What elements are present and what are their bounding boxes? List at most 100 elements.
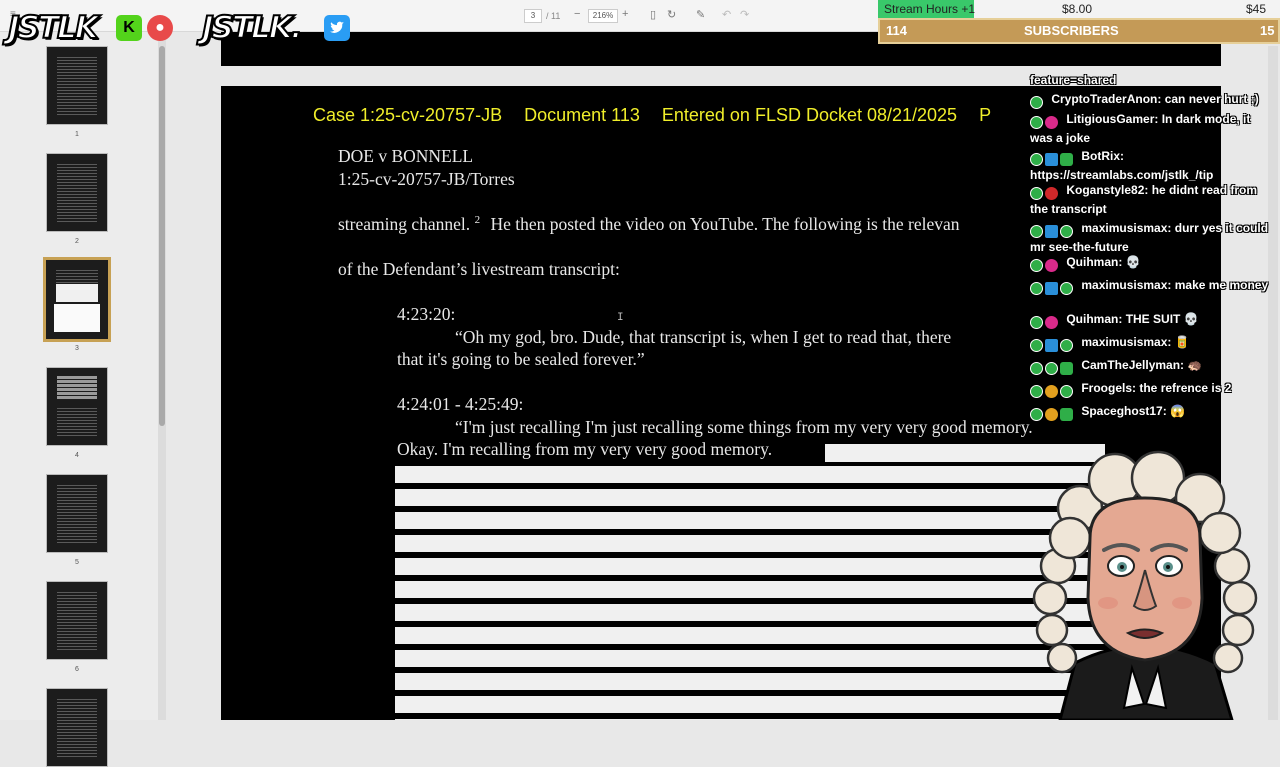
chat-text: 🥫 (1174, 335, 1190, 349)
thumbnail-label: 4 (75, 452, 79, 459)
redaction-bar (395, 466, 1105, 483)
quote-line: that it's going to be sealed forever.” (397, 349, 645, 369)
sub-badge-icon (1060, 282, 1073, 296)
redaction-bar (395, 489, 1105, 506)
chat-username: Froogels: (1081, 381, 1137, 395)
chat-message: Spaceghost17: 😱 (1030, 403, 1274, 422)
channel-logos: JSTLK K ● JSTLK. (0, 6, 360, 47)
redaction-bar (395, 627, 1105, 644)
subscribers-label: SUBSCRIBERS (1024, 23, 1119, 38)
thumbnail-redaction (54, 304, 100, 332)
page-thumbnail-2[interactable] (46, 153, 108, 232)
tip-total: $45 (1246, 2, 1267, 16)
thumbnail-redaction (57, 376, 97, 400)
quote-line: “Oh my god, bro. Dude, that transcript i… (455, 327, 952, 347)
chat-message: CamTheJellyman: 🦔 (1030, 357, 1274, 376)
thumbnail-text-lines (57, 406, 97, 436)
page-thumbnail-7[interactable] (46, 688, 108, 767)
thumbnail-text-lines (57, 697, 97, 757)
sub-badge-icon (1045, 259, 1058, 273)
page-number-input[interactable]: 3 (524, 9, 542, 23)
redo-icon[interactable]: ↷ (740, 8, 749, 21)
mod-badge-icon (1030, 339, 1043, 353)
fit-page-icon[interactable]: ▯ (650, 8, 656, 21)
redaction-bar (395, 696, 1105, 713)
chat-message: maximusismax: durr yes it could mr see-t… (1030, 220, 1274, 255)
mod-badge-icon (1030, 316, 1043, 330)
page-thumbnail-5[interactable] (46, 474, 108, 553)
sub-badge-icon (1045, 187, 1058, 201)
chat-text: the refrence is 2 (1139, 381, 1232, 395)
chat-username: maximusismax: (1081, 278, 1172, 292)
chat-text: https://streamlabs.com/jstlk_/tip (1030, 168, 1214, 182)
zoom-out-button[interactable]: − (574, 8, 580, 20)
zoom-in-button[interactable]: + (622, 8, 628, 20)
chat-text: 😱 (1170, 404, 1185, 418)
chat-message: Quihman: THE SUIT 💀 (1030, 311, 1274, 330)
twitter-logo-text: JSTLK. (201, 9, 304, 47)
subscriber-goal-panel: Stream Hours +1 $8.00 $45 114 SUBSCRIBER… (878, 0, 1280, 44)
bits-badge-icon (1045, 385, 1058, 399)
chat-text: THE SUIT 💀 (1125, 312, 1199, 326)
mod-badge-icon (1030, 96, 1043, 110)
chat-username: Quihman: (1066, 255, 1123, 269)
chat-username: CamTheJellyman: (1081, 358, 1185, 372)
page-thumbnail-4[interactable] (46, 367, 108, 446)
sidebar-scroll-thumb[interactable] (159, 46, 165, 426)
paragraph-text: He then posted the video on YouTube. The… (490, 214, 960, 234)
rotate-icon[interactable]: ↻ (667, 8, 676, 21)
page-thumbnail-1[interactable] (46, 46, 108, 125)
redaction-bar (395, 673, 1105, 690)
sub-badge-icon (1060, 225, 1073, 239)
verified-badge-icon (1060, 408, 1073, 422)
undo-icon[interactable]: ↶ (722, 8, 731, 21)
text-cursor-icon: I (617, 312, 624, 324)
footnote-marker[interactable]: 2 (475, 214, 481, 226)
chat-message: Quihman: 💀 (1030, 254, 1274, 273)
page-thumbnail-3[interactable] (43, 257, 111, 342)
annotate-icon[interactable]: ✎ (696, 8, 705, 21)
streamer-avatar (1020, 438, 1270, 722)
chat-message: CryptoTraderAnon: can never hurt ;) (1030, 91, 1274, 110)
sub-badge-icon (1060, 385, 1073, 399)
judge-avatar-illustration (1032, 450, 1258, 722)
page-total: / 11 (546, 11, 561, 21)
thumbnail-label: 5 (75, 559, 79, 566)
tip-amount: $8.00 (1062, 2, 1093, 16)
quote-line: “I'm just recalling I'm just recalling s… (455, 417, 1033, 437)
page-thumbnail-6[interactable] (46, 581, 108, 660)
chat-text: can never hurt ;) (1164, 92, 1259, 106)
caption-line-2: 1:25-cv-20757-JB/Torres (338, 169, 515, 189)
subgift-badge-icon (1045, 225, 1058, 239)
bot-badge-icon (1045, 153, 1058, 167)
kick-logo-text: JSTLK (7, 9, 100, 47)
subgift-badge-icon (1045, 339, 1058, 353)
redaction-bar (395, 581, 1105, 598)
subgift-badge-icon (1045, 282, 1058, 296)
chat-message: feature=shared (1030, 74, 1274, 88)
chat-overlay: feature=shared CryptoTraderAnon: can nev… (1028, 74, 1274, 422)
chat-username: maximusismax: (1081, 221, 1172, 235)
chat-message: LitigiousGamer: In dark mode, it was a j… (1030, 111, 1274, 146)
thumbnail-redaction (56, 284, 98, 302)
redaction-bar (395, 558, 1105, 575)
redaction-bar (395, 512, 1105, 529)
thumbnail-text-lines (57, 55, 97, 115)
thumbnail-label: 2 (75, 238, 79, 245)
redaction-bar (395, 604, 1105, 621)
mod-badge-icon (1030, 362, 1043, 376)
thumbnail-label: 3 (75, 345, 79, 352)
docket-header: Case 1:25-cv-20757-JB Document 113 Enter… (313, 105, 1008, 126)
mod-badge-icon (1030, 116, 1043, 130)
chat-username: Quihman: (1066, 312, 1123, 326)
zoom-input[interactable]: 216% (588, 9, 618, 23)
chat-text: 💀 (1125, 255, 1141, 269)
timestamp-1: 4:23:20: (397, 304, 456, 324)
verified-badge-icon (1060, 153, 1073, 167)
chat-message: maximusismax: make me money (1030, 277, 1274, 296)
chat-text: 🦔 (1187, 358, 1203, 372)
mod-badge-icon (1030, 153, 1043, 167)
record-icon: ● (147, 15, 173, 41)
page-label: P (979, 105, 992, 125)
case-number: Case 1:25-cv-20757-JB (313, 105, 503, 125)
